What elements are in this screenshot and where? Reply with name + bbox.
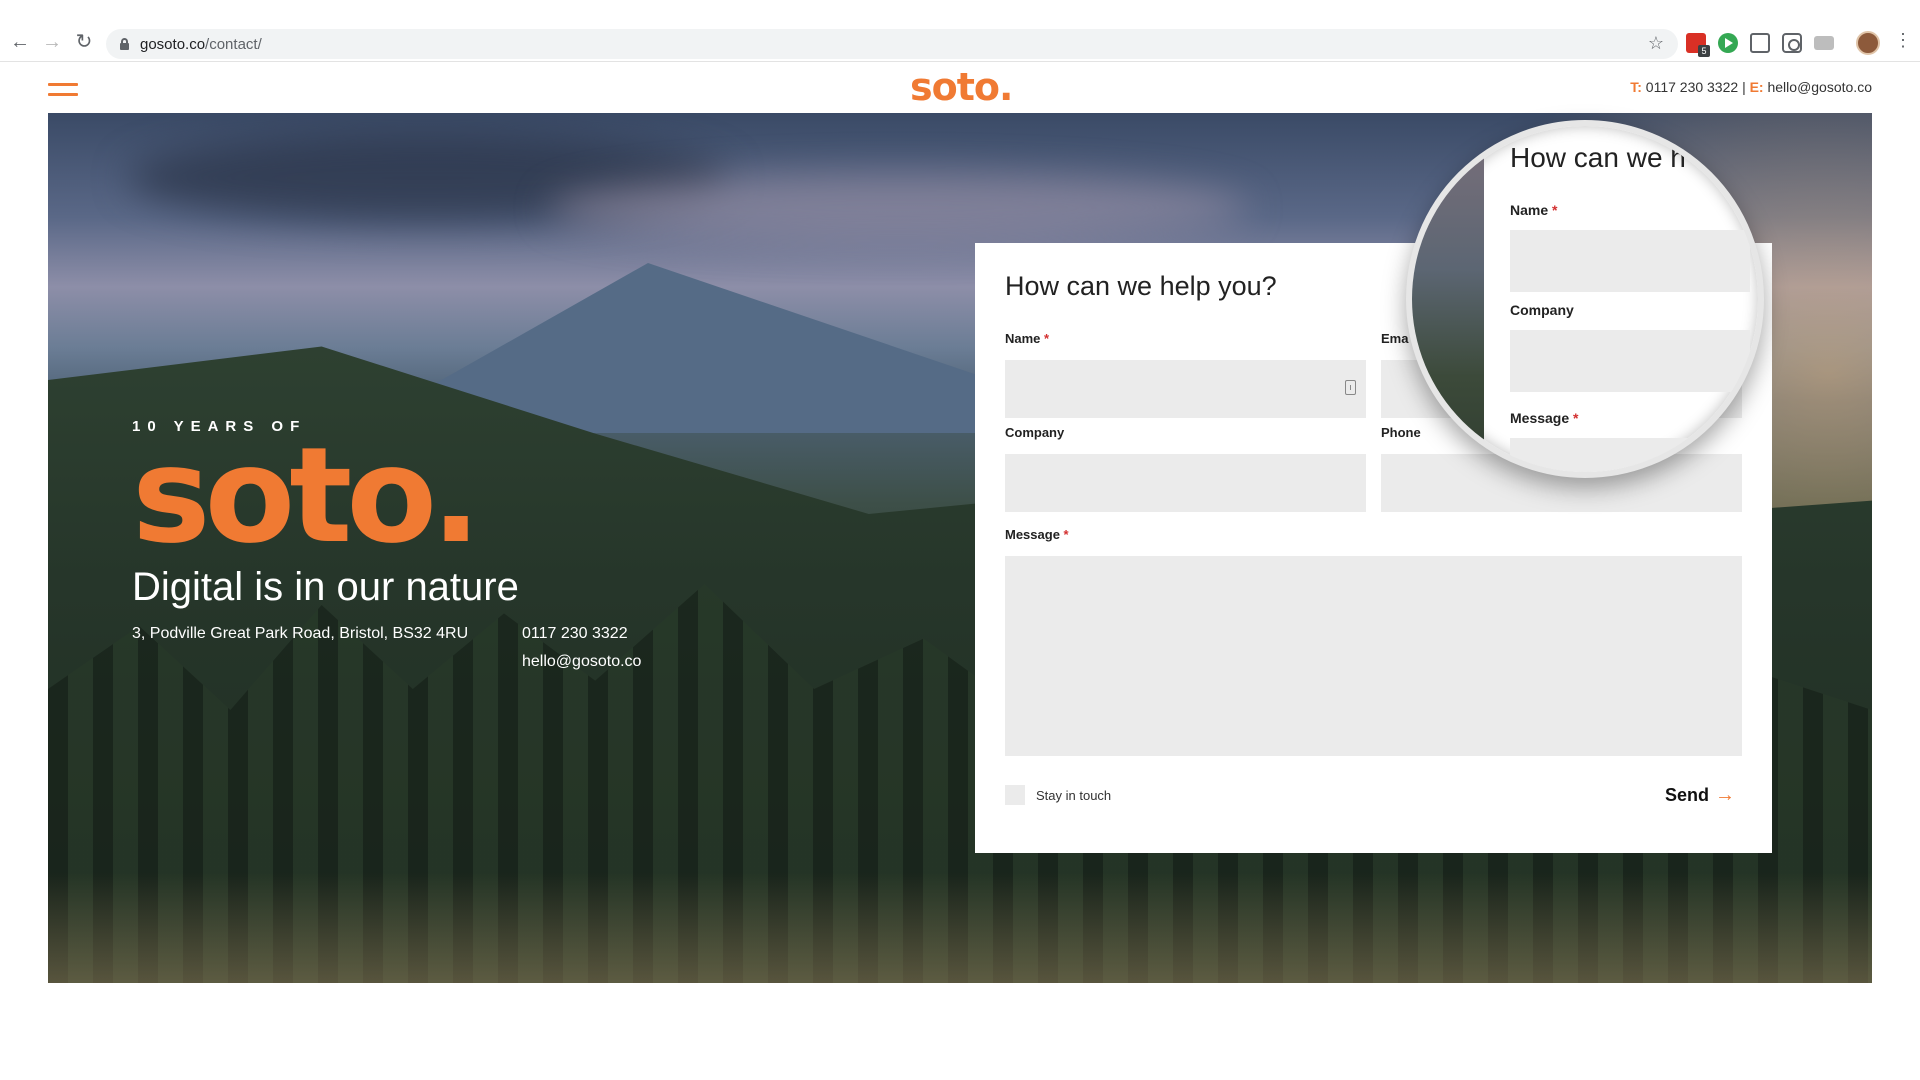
- forward-arrow-icon[interactable]: →: [40, 30, 64, 54]
- extension-square-icon[interactable]: [1750, 33, 1770, 53]
- magnified-name-input: [1510, 230, 1750, 292]
- hero-text: 10 YEARS OF soto. Digital is in our natu…: [132, 418, 519, 610]
- magnified-message-text: Message: [1510, 410, 1570, 426]
- header-phone[interactable]: 0117 230 3322: [1646, 79, 1738, 95]
- name-input[interactable]: [1005, 360, 1366, 418]
- required-mark: *: [1552, 202, 1558, 218]
- name-label-text: Name: [1005, 331, 1041, 346]
- site-header: soto. T: 0117 230 3322 | E: hello@gosoto…: [0, 63, 1920, 113]
- header-email-label: E:: [1749, 79, 1764, 95]
- message-label-text: Message: [1005, 527, 1060, 542]
- hero-tagline: Digital is in our nature: [132, 565, 519, 609]
- reload-icon[interactable]: ↻: [72, 30, 96, 54]
- message-textarea[interactable]: [1005, 556, 1742, 756]
- magnified-title: How can we h: [1510, 142, 1686, 173]
- extension-red-icon[interactable]: 5: [1686, 33, 1710, 57]
- hero-email[interactable]: hello@gosoto.co: [522, 653, 641, 671]
- form-title: How can we help you?: [1005, 271, 1277, 301]
- back-arrow-icon[interactable]: ←: [8, 30, 32, 54]
- lock-icon: [120, 38, 129, 50]
- url-text: gosoto.co/contact/: [140, 36, 262, 53]
- hero-phone[interactable]: 0117 230 3322: [522, 625, 628, 643]
- profile-avatar[interactable]: [1856, 31, 1880, 55]
- magnifier-lens: How can we h Name * Company Message *: [1406, 120, 1764, 478]
- stay-in-touch-label[interactable]: Stay in touch: [1036, 788, 1111, 803]
- hero-logo: soto.: [132, 419, 481, 573]
- extension-card-icon[interactable]: [1814, 36, 1834, 50]
- magnified-name-text: Name: [1510, 202, 1549, 218]
- password-key-icon[interactable]: [1345, 380, 1356, 395]
- stay-in-touch-checkbox[interactable]: [1005, 785, 1025, 805]
- site-logo[interactable]: soto.: [910, 65, 1013, 109]
- required-mark: *: [1044, 331, 1050, 346]
- send-button[interactable]: Send →: [1665, 784, 1735, 807]
- company-input[interactable]: [1005, 454, 1366, 512]
- required-mark: *: [1063, 527, 1069, 542]
- magnified-name-label: Name *: [1510, 202, 1557, 218]
- magnified-company-label: Company: [1510, 302, 1574, 318]
- hamburger-menu-icon[interactable]: [48, 83, 78, 97]
- url-path: /contact/: [205, 36, 262, 53]
- cloud: [548, 173, 1248, 243]
- extension-camera-icon[interactable]: [1782, 33, 1802, 53]
- magnified-message-label: Message *: [1510, 410, 1579, 426]
- magnified-background: [1412, 126, 1484, 472]
- grass: [48, 873, 1872, 983]
- browser-menu-icon[interactable]: ⋮: [1894, 30, 1912, 51]
- extension-play-icon[interactable]: [1718, 33, 1738, 53]
- name-label: Name *: [1005, 331, 1049, 346]
- url-host: gosoto.co: [140, 36, 206, 53]
- header-contact: T: 0117 230 3322 | E: hello@gosoto.co: [1630, 79, 1872, 95]
- address-bar[interactable]: gosoto.co/contact/ ☆: [106, 29, 1678, 59]
- send-label: Send: [1665, 785, 1710, 805]
- required-mark: *: [1573, 410, 1579, 426]
- magnified-company-input: [1510, 330, 1750, 392]
- header-phone-label: T:: [1630, 79, 1642, 95]
- bookmark-star-icon[interactable]: ☆: [1648, 33, 1664, 54]
- browser-toolbar: ← → ↻ gosoto.co/contact/ ☆ 5 ⋮: [0, 0, 1920, 62]
- send-arrow-icon: →: [1715, 784, 1736, 806]
- hero-address: 3, Podville Great Park Road, Bristol, BS…: [132, 625, 469, 642]
- extension-badge: 5: [1698, 45, 1710, 57]
- message-label: Message *: [1005, 527, 1069, 542]
- header-email[interactable]: hello@gosoto.co: [1767, 79, 1872, 95]
- company-label: Company: [1005, 425, 1065, 440]
- email-label: Ema: [1381, 331, 1409, 346]
- header-separator: |: [1742, 79, 1746, 95]
